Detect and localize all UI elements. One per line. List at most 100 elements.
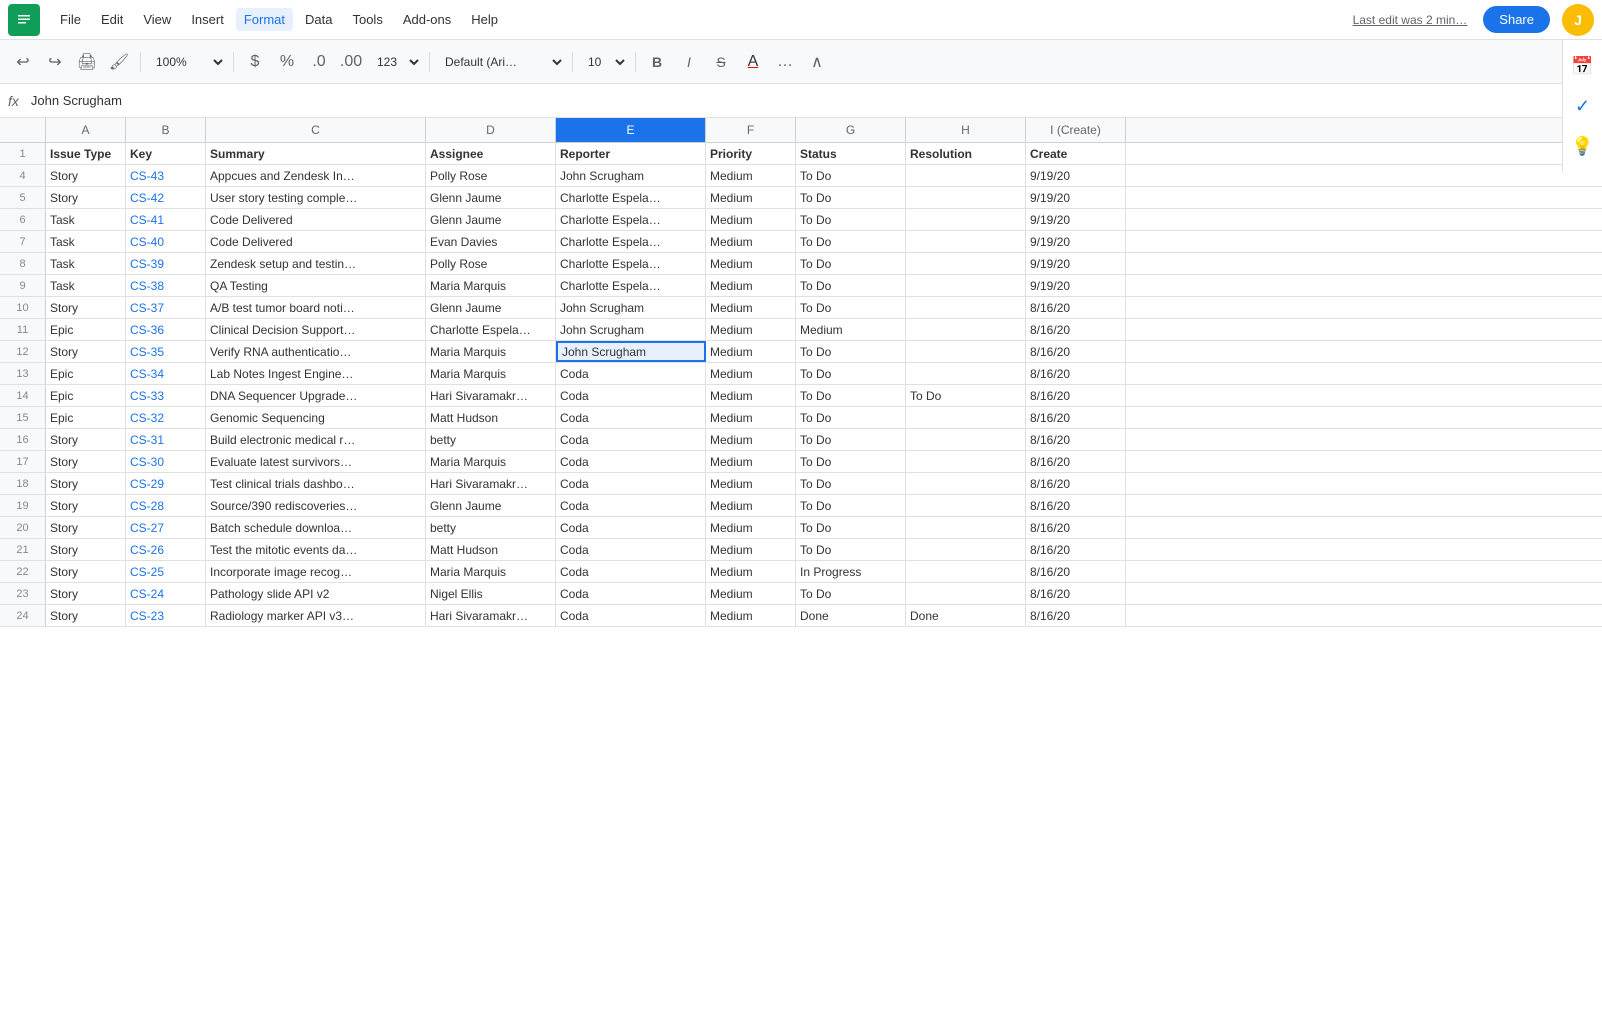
table-cell[interactable]: Verify RNA authenticatio… xyxy=(206,341,426,362)
table-cell[interactable]: 8/16/20 xyxy=(1026,385,1126,406)
table-cell[interactable]: CS-37 xyxy=(126,297,206,318)
table-cell[interactable]: To Do xyxy=(796,253,906,274)
table-cell[interactable]: Medium xyxy=(706,605,796,626)
table-cell[interactable]: Matt Hudson xyxy=(426,539,556,560)
table-cell[interactable]: CS-39 xyxy=(126,253,206,274)
issue-key-link[interactable]: CS-26 xyxy=(130,543,164,557)
table-cell[interactable]: To Do xyxy=(796,473,906,494)
table-cell[interactable]: 9/19/20 xyxy=(1026,253,1126,274)
table-cell[interactable]: Medium xyxy=(706,187,796,208)
issue-key-link[interactable]: CS-32 xyxy=(130,411,164,425)
issue-key-link[interactable]: CS-33 xyxy=(130,389,164,403)
table-cell[interactable]: Story xyxy=(46,495,126,516)
table-cell[interactable]: Epic xyxy=(46,407,126,428)
table-cell[interactable]: Maria Marquis xyxy=(426,451,556,472)
table-cell[interactable]: Medium xyxy=(706,473,796,494)
calendar-icon[interactable]: 📅 xyxy=(1565,48,1601,84)
issue-key-link[interactable]: CS-27 xyxy=(130,521,164,535)
decimal-decrease-button[interactable]: .0 xyxy=(304,47,334,77)
bulb-icon[interactable]: 💡 xyxy=(1565,128,1601,164)
issue-key-link[interactable]: CS-28 xyxy=(130,499,164,513)
table-cell[interactable]: Charlotte Espela… xyxy=(556,209,706,230)
table-cell[interactable]: Build electronic medical r… xyxy=(206,429,426,450)
table-cell[interactable]: To Do xyxy=(796,385,906,406)
table-cell[interactable]: To Do xyxy=(796,275,906,296)
table-cell[interactable]: Medium xyxy=(706,341,796,362)
table-cell[interactable]: Radiology marker API v3… xyxy=(206,605,426,626)
strikethrough-button[interactable]: S xyxy=(706,47,736,77)
table-cell[interactable]: Medium xyxy=(706,275,796,296)
print-button[interactable]: 🖨 xyxy=(72,47,102,77)
table-cell[interactable]: Coda xyxy=(556,429,706,450)
table-cell[interactable]: 8/16/20 xyxy=(1026,341,1126,362)
table-cell[interactable]: Coda xyxy=(556,517,706,538)
col-header-i[interactable]: I (Create) xyxy=(1026,118,1126,142)
table-cell[interactable]: Story xyxy=(46,517,126,538)
table-cell[interactable]: 8/16/20 xyxy=(1026,605,1126,626)
table-cell[interactable]: 8/16/20 xyxy=(1026,407,1126,428)
table-cell[interactable]: To Do xyxy=(796,231,906,252)
table-cell[interactable]: John Scrugham xyxy=(556,341,706,362)
issue-key-link[interactable]: CS-42 xyxy=(130,191,164,205)
col-header-g[interactable]: G xyxy=(796,118,906,142)
table-cell[interactable]: CS-41 xyxy=(126,209,206,230)
table-cell[interactable]: Key xyxy=(126,143,206,164)
bold-button[interactable]: B xyxy=(642,47,672,77)
table-cell[interactable]: Glenn Jaume xyxy=(426,297,556,318)
table-cell[interactable]: To Do xyxy=(796,363,906,384)
table-cell[interactable] xyxy=(906,253,1026,274)
table-cell[interactable]: Story xyxy=(46,451,126,472)
table-cell[interactable] xyxy=(906,275,1026,296)
table-cell[interactable]: Reporter xyxy=(556,143,706,164)
table-cell[interactable]: Task xyxy=(46,209,126,230)
table-cell[interactable]: Coda xyxy=(556,473,706,494)
table-cell[interactable]: Coda xyxy=(556,605,706,626)
table-cell[interactable]: QA Testing xyxy=(206,275,426,296)
issue-key-link[interactable]: CS-43 xyxy=(130,169,164,183)
issue-key-link[interactable]: CS-35 xyxy=(130,345,164,359)
paint-format-button[interactable]: 🖌 xyxy=(104,47,134,77)
table-cell[interactable]: To Do xyxy=(796,495,906,516)
table-cell[interactable]: Coda xyxy=(556,363,706,384)
table-cell[interactable]: To Do xyxy=(796,165,906,186)
table-cell[interactable]: 8/16/20 xyxy=(1026,319,1126,340)
menu-tools[interactable]: Tools xyxy=(344,8,390,31)
table-cell[interactable] xyxy=(906,209,1026,230)
table-cell[interactable]: Medium xyxy=(706,253,796,274)
table-cell[interactable]: 9/19/20 xyxy=(1026,165,1126,186)
table-cell[interactable]: CS-26 xyxy=(126,539,206,560)
table-cell[interactable]: To Do xyxy=(796,539,906,560)
formula-input[interactable] xyxy=(31,93,1594,108)
table-cell[interactable]: Epic xyxy=(46,385,126,406)
table-cell[interactable]: CS-35 xyxy=(126,341,206,362)
menu-help[interactable]: Help xyxy=(463,8,506,31)
issue-key-link[interactable]: CS-31 xyxy=(130,433,164,447)
table-cell[interactable]: CS-38 xyxy=(126,275,206,296)
table-cell[interactable]: Medium xyxy=(706,319,796,340)
table-cell[interactable]: To Do xyxy=(796,341,906,362)
table-cell[interactable]: Medium xyxy=(706,561,796,582)
table-cell[interactable]: Charlotte Espela… xyxy=(426,319,556,340)
table-cell[interactable]: Medium xyxy=(706,539,796,560)
menu-edit[interactable]: Edit xyxy=(93,8,131,31)
table-cell[interactable]: CS-29 xyxy=(126,473,206,494)
table-cell[interactable]: Story xyxy=(46,583,126,604)
table-cell[interactable]: In Progress xyxy=(796,561,906,582)
table-cell[interactable]: Glenn Jaume xyxy=(426,187,556,208)
table-cell[interactable]: 9/19/20 xyxy=(1026,187,1126,208)
table-cell[interactable]: 8/16/20 xyxy=(1026,517,1126,538)
table-cell[interactable]: Charlotte Espela… xyxy=(556,253,706,274)
table-cell[interactable]: Story xyxy=(46,187,126,208)
table-cell[interactable]: DNA Sequencer Upgrade… xyxy=(206,385,426,406)
table-cell[interactable]: To Do xyxy=(796,451,906,472)
table-cell[interactable]: Done xyxy=(796,605,906,626)
table-cell[interactable]: Zendesk setup and testin… xyxy=(206,253,426,274)
menu-insert[interactable]: Insert xyxy=(183,8,232,31)
table-cell[interactable]: 8/16/20 xyxy=(1026,583,1126,604)
table-cell[interactable]: Story xyxy=(46,605,126,626)
table-cell[interactable]: Medium xyxy=(706,429,796,450)
table-cell[interactable]: CS-32 xyxy=(126,407,206,428)
menu-format[interactable]: Format xyxy=(236,8,293,31)
table-cell[interactable]: 9/19/20 xyxy=(1026,209,1126,230)
table-cell[interactable]: CS-43 xyxy=(126,165,206,186)
